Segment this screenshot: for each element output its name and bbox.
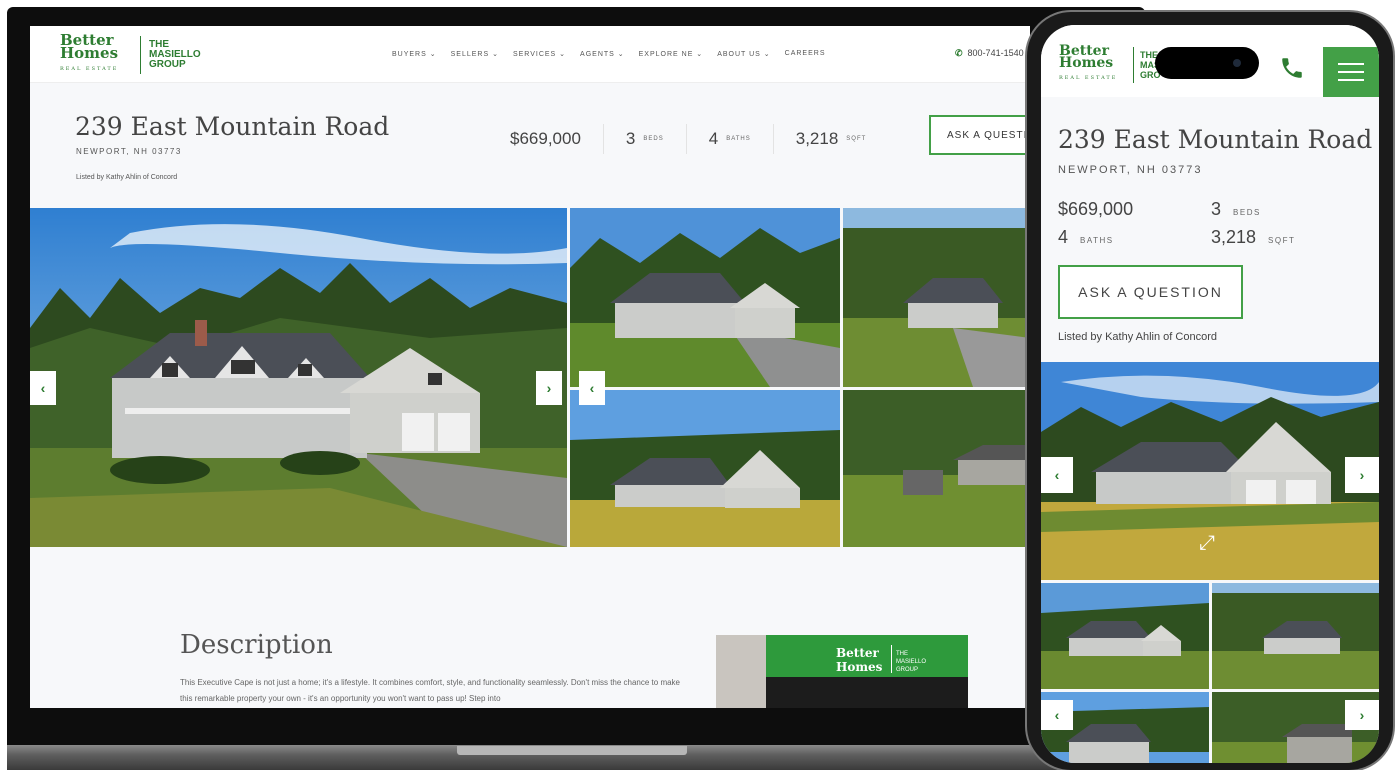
gallery-photo-2[interactable] <box>570 208 840 387</box>
baths-stat: 4 BATHS <box>687 124 774 154</box>
device-mockup-stage: Better Homes REAL ESTATE THE MASIELLO GR… <box>0 0 1400 770</box>
description-text: This Executive Cape is not just a home; … <box>180 678 681 703</box>
sqft-stat: 3,218 SQFT <box>774 124 889 154</box>
baths-label: BATHS <box>726 136 751 142</box>
main-house-photo[interactable] <box>30 208 567 547</box>
nav-careers[interactable]: CAREERS <box>785 50 826 58</box>
mobile-property-address: NEWPORT, NH 03773 <box>1058 164 1203 176</box>
logo-divider <box>140 36 141 74</box>
camera-icon <box>1233 59 1241 67</box>
nav-services[interactable]: SERVICES ⌄ <box>513 50 566 58</box>
mobile-baths-label: BATHS <box>1080 236 1114 245</box>
laptop-hinge-notch <box>457 746 687 755</box>
main-photo-prev-arrow[interactable]: ‹ <box>30 371 56 405</box>
svg-text:THE: THE <box>896 651 908 657</box>
mobile-logo[interactable]: Better Homes REAL ESTATE THE MAS GRO <box>1059 43 1161 84</box>
hamburger-menu-icon[interactable] <box>1323 47 1379 97</box>
nav-explore-ne[interactable]: EXPLORE NE ⌄ <box>639 50 704 58</box>
mobile-sqft-label: SQFT <box>1268 236 1296 245</box>
phone-icon: ✆ <box>955 48 963 58</box>
beds-value: 3 <box>625 129 636 148</box>
office-storefront-photo: Better Homes THE MASIELLO GROUP <box>716 635 968 708</box>
gallery-photo-4[interactable] <box>570 390 840 547</box>
desktop-screen: Better Homes REAL ESTATE THE MASIELLO GR… <box>30 26 1030 708</box>
mobile-photo-gallery: ‹ › ⤢ ‹ › <box>1041 362 1379 763</box>
thumbs-prev-arrow[interactable]: ‹ <box>579 371 605 405</box>
sqft-label: SQFT <box>846 136 867 142</box>
phone-frame: Better Homes REAL ESTATE THE MAS GRO 239… <box>1025 10 1395 770</box>
site-header: Better Homes REAL ESTATE THE MASIELLO GR… <box>30 26 1030 83</box>
main-nav: BUYERS ⌄ SELLERS ⌄ SERVICES ⌄ AGENTS ⌄ E… <box>392 50 826 58</box>
description-heading: Description <box>180 630 333 660</box>
nav-sellers[interactable]: SELLERS ⌄ <box>451 50 499 58</box>
nav-buyers[interactable]: BUYERS ⌄ <box>392 50 437 58</box>
mobile-thumbs-next-arrow[interactable]: › <box>1345 700 1379 730</box>
logo-group-name: THE MASIELLO GROUP <box>149 39 201 70</box>
mobile-beds-value: 3 <box>1211 199 1222 219</box>
property-title: 239 East Mountain Road <box>75 112 390 141</box>
beds-label: BEDS <box>643 136 664 142</box>
nav-about-us[interactable]: ABOUT US ⌄ <box>717 50 770 58</box>
mobile-beds-label: BEDS <box>1233 208 1261 217</box>
mobile-logo-divider <box>1133 46 1134 83</box>
mobile-listed-by: Listed by Kathy Ahlin of Concord <box>1058 331 1217 343</box>
mobile-sqft-value: 3,218 <box>1211 227 1257 247</box>
phone-call-icon[interactable] <box>1279 55 1305 81</box>
mobile-property-title: 239 East Mountain Road <box>1058 125 1373 154</box>
svg-text:MASIELLO: MASIELLO <box>896 659 926 665</box>
mobile-beds: 3 BEDS <box>1211 199 1261 220</box>
mobile-ask-question-button[interactable]: ASK A QUESTION <box>1058 265 1243 319</box>
mobile-thumb-2[interactable] <box>1212 583 1379 689</box>
sqft-value: 3,218 <box>795 129 839 148</box>
nav-agents[interactable]: AGENTS ⌄ <box>580 50 625 58</box>
expand-fullscreen-icon[interactable]: ⤢ <box>1199 532 1215 555</box>
mobile-baths: 4 BATHS <box>1058 227 1114 248</box>
beds-stat: 3 BEDS <box>604 124 687 154</box>
price-stat: $669,000 <box>510 124 604 154</box>
svg-text:Better: Better <box>836 646 879 660</box>
property-address: NEWPORT, NH 03773 <box>76 147 182 156</box>
main-photo-next-arrow[interactable]: › <box>536 371 562 405</box>
mobile-logo-brand: Better Homes REAL ESTATE <box>1059 43 1118 81</box>
dynamic-island <box>1155 47 1259 79</box>
mobile-thumbs-prev-arrow[interactable]: ‹ <box>1041 700 1073 730</box>
gallery-photo-3[interactable] <box>843 208 1030 387</box>
description-section: Description This Executive Cape is not j… <box>30 547 1030 708</box>
laptop-base <box>7 745 1145 770</box>
property-stats: $669,000 3 BEDS 4 BATHS 3,218 SQFT <box>510 124 888 154</box>
header-phone-number: 800-741-1540 <box>967 48 1024 58</box>
mobile-main-next-arrow[interactable]: › <box>1345 457 1379 493</box>
mobile-sqft: 3,218 SQFT <box>1211 227 1295 248</box>
svg-text:Homes: Homes <box>836 660 883 674</box>
mobile-price-value: $669,000 <box>1058 199 1134 219</box>
laptop-frame: Better Homes REAL ESTATE THE MASIELLO GR… <box>7 7 1145 745</box>
listed-by: Listed by Kathy Ahlin of Concord <box>76 174 178 181</box>
header-phone-link[interactable]: ✆ 800-741-1540 <box>955 48 1024 59</box>
ask-question-button[interactable]: ASK A QUESTIO <box>929 115 1030 155</box>
gallery-photo-5[interactable] <box>843 390 1030 547</box>
mobile-screen: Better Homes REAL ESTATE THE MAS GRO 239… <box>1041 25 1379 763</box>
site-logo[interactable]: Better Homes REAL ESTATE THE MASIELLO GR… <box>60 31 201 76</box>
logo-brand: Better Homes REAL ESTATE <box>60 31 119 73</box>
mobile-thumb-1[interactable] <box>1041 583 1209 689</box>
baths-value: 4 <box>708 129 719 148</box>
mobile-baths-value: 4 <box>1058 227 1069 247</box>
mobile-main-prev-arrow[interactable]: ‹ <box>1041 457 1073 493</box>
photo-gallery: ‹ › ‹ <box>30 208 1030 547</box>
price-value: $669,000 <box>510 129 581 148</box>
mobile-price: $669,000 <box>1058 199 1133 220</box>
svg-text:GROUP: GROUP <box>896 667 918 673</box>
